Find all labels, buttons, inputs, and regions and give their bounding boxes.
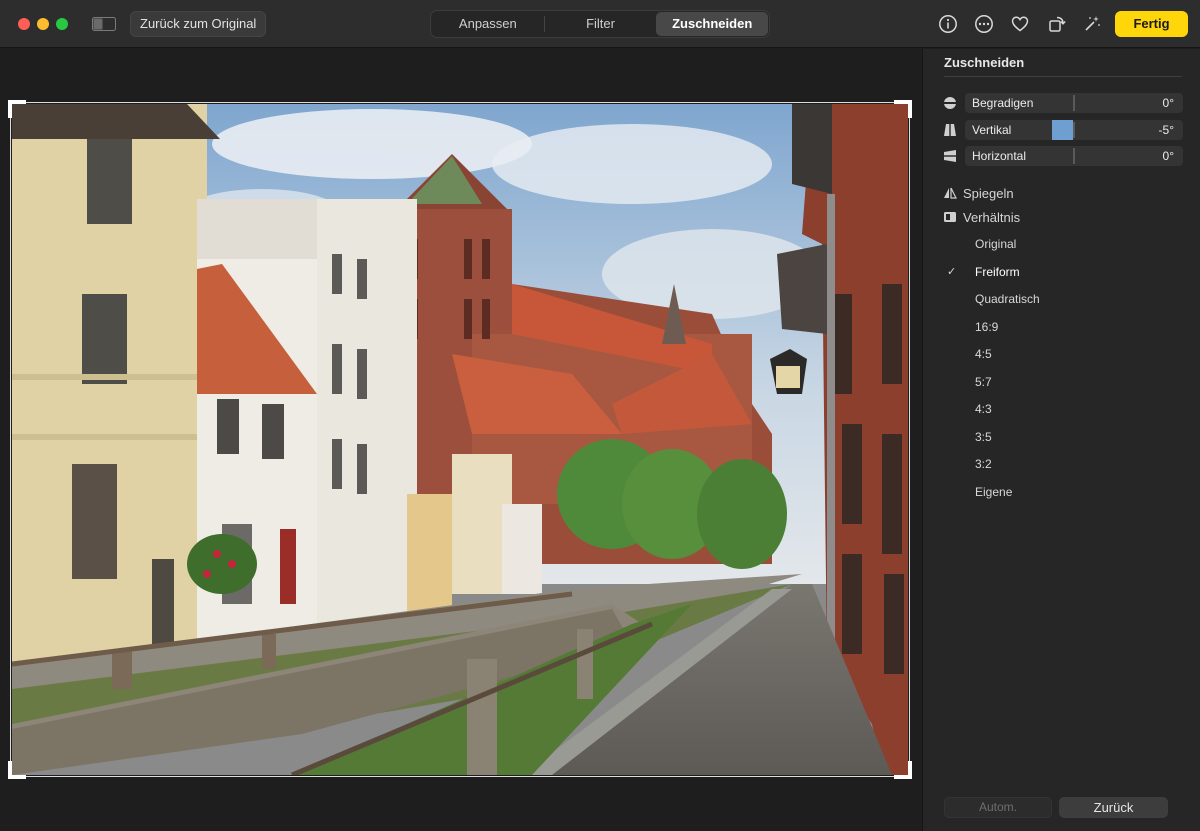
straighten-row: Begradigen 0° [943, 93, 1183, 113]
straighten-icon [943, 97, 957, 109]
vertical-label: Vertikal [972, 123, 1012, 137]
mirror-button[interactable]: Spiegeln [943, 184, 1014, 202]
close-window-button[interactable] [18, 18, 30, 30]
maximize-window-button[interactable] [56, 18, 68, 30]
sidebar-toggle-icon[interactable] [92, 17, 116, 31]
slider-center-mark [1073, 148, 1075, 164]
done-button[interactable]: Fertig [1115, 11, 1188, 37]
tab-crop[interactable]: Zuschneiden [656, 12, 769, 36]
horizontal-label: Horizontal [972, 149, 1027, 163]
vertical-value: -5° [1158, 123, 1174, 137]
ratio-3-2[interactable]: 3:2 [975, 457, 992, 471]
slider-center-mark [1073, 122, 1075, 138]
heart-icon[interactable] [1008, 12, 1032, 36]
vertical-perspective-icon [944, 124, 956, 136]
ratio-square[interactable]: Quadratisch [975, 292, 1040, 306]
horizontal-value: 0° [1162, 149, 1174, 163]
ratio-4-5[interactable]: 4:5 [975, 347, 992, 361]
ratio-original[interactable]: Original [975, 237, 1016, 251]
aspect-ratio-section: Verhältnis [943, 208, 1020, 226]
straighten-value: 0° [1162, 96, 1174, 110]
panel-title: Zuschneiden [944, 55, 1025, 70]
slider-center-mark [1073, 95, 1075, 111]
tab-adjust[interactable]: Anpassen [432, 12, 544, 36]
straighten-label: Begradigen [972, 96, 1034, 110]
horizontal-row: Horizontal 0° [943, 146, 1183, 166]
ratio-4-3[interactable]: 4:3 [975, 402, 992, 416]
reset-button[interactable]: Zurück [1059, 797, 1168, 818]
image-canvas [0, 49, 922, 831]
straighten-slider[interactable]: Begradigen 0° [965, 93, 1183, 113]
check-icon: ✓ [947, 266, 957, 278]
slider-fill [1052, 120, 1073, 140]
rotate-icon[interactable] [1045, 12, 1069, 36]
ratio-custom[interactable]: Eigene [975, 485, 1012, 499]
info-icon[interactable] [936, 12, 960, 36]
ratio-freeform[interactable]: Freiform [975, 265, 1020, 279]
ratio-3-5[interactable]: 3:5 [975, 430, 992, 444]
horizontal-perspective-icon [944, 150, 956, 162]
tab-filter[interactable]: Filter [545, 12, 657, 36]
photo-street-church-image [12, 104, 908, 775]
title-bar: Zurück zum Original Anpassen Filter Zusc… [0, 0, 1200, 48]
magic-wand-icon[interactable] [1080, 12, 1104, 36]
horizontal-slider[interactable]: Horizontal 0° [965, 146, 1183, 166]
panel-divider [944, 76, 1182, 77]
mirror-icon [944, 187, 957, 199]
aspect-ratio-label: Verhältnis [963, 209, 1021, 225]
ratio-16-9[interactable]: 16:9 [975, 320, 998, 334]
ratio-5-7[interactable]: 5:7 [975, 375, 992, 389]
photo-being-cropped [12, 104, 908, 775]
vertical-slider[interactable]: Vertikal -5° [965, 120, 1183, 140]
edit-mode-tabs: Anpassen Filter Zuschneiden [430, 10, 770, 38]
crop-panel: Zuschneiden Begradigen 0° Vertikal -5° H… [922, 49, 1200, 831]
minimize-window-button[interactable] [37, 18, 49, 30]
mirror-label: Spiegeln [963, 185, 1014, 201]
auto-button[interactable]: Autom. [944, 797, 1052, 818]
revert-to-original-button[interactable]: Zurück zum Original [130, 11, 267, 37]
vertical-row: Vertikal -5° [943, 120, 1183, 140]
more-icon[interactable] [972, 12, 996, 36]
aspect-ratio-icon [944, 212, 956, 222]
